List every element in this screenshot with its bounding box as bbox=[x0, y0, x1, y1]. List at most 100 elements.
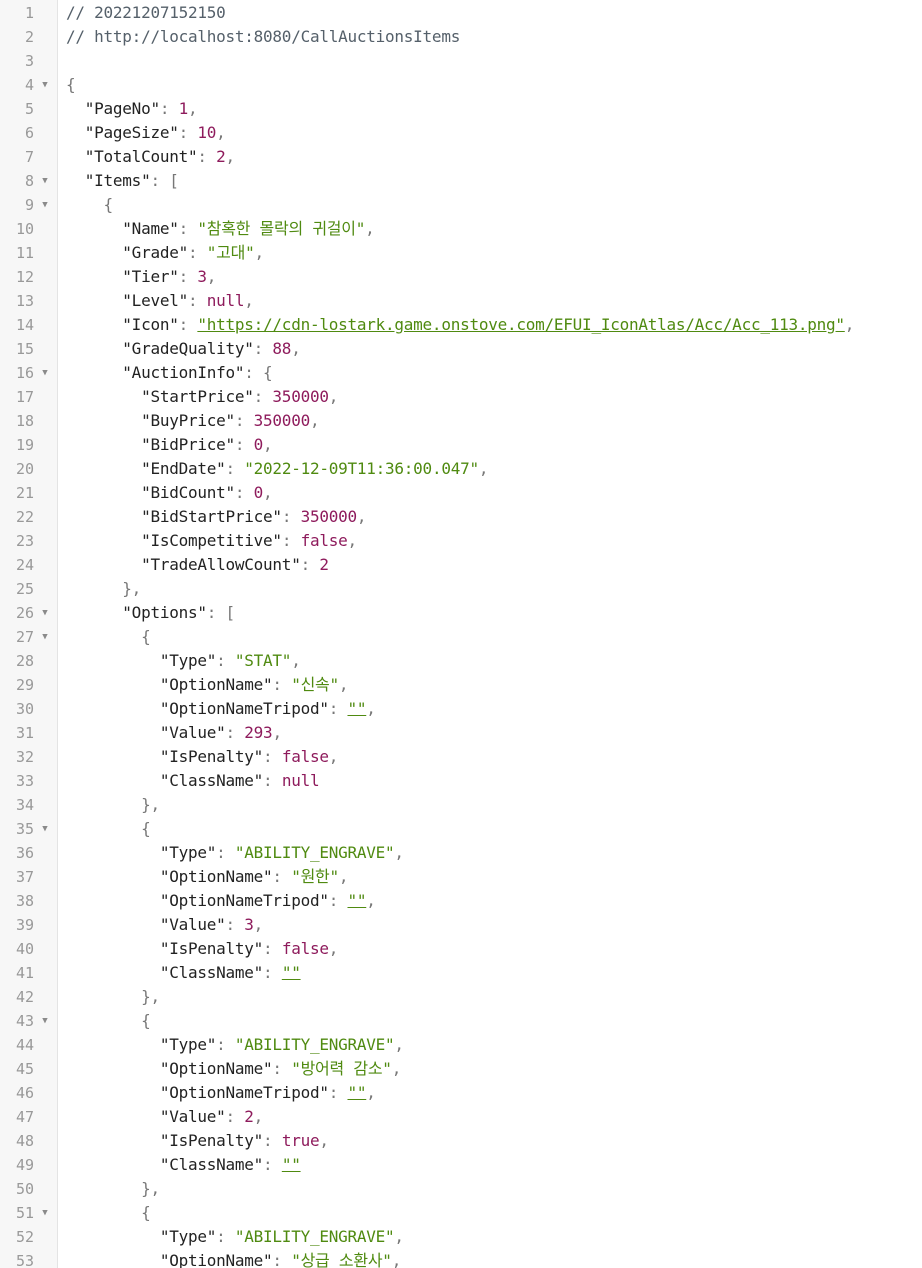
fold-toggle-icon[interactable]: ▼ bbox=[39, 169, 51, 193]
linked-string-value[interactable]: "" bbox=[347, 891, 366, 910]
number-value: 350000 bbox=[272, 387, 329, 406]
line-number: 17 bbox=[15, 388, 34, 406]
punctuation: : bbox=[178, 123, 198, 142]
code-line: 39 "Value": 3, bbox=[0, 913, 922, 937]
punctuation: , bbox=[263, 483, 273, 502]
json-key: "Level" bbox=[66, 291, 188, 310]
literal-value: false bbox=[300, 531, 348, 550]
number-value: 3 bbox=[244, 915, 254, 934]
code-line: 38 "OptionNameTripod": "", bbox=[0, 889, 922, 913]
line-number: 9 bbox=[24, 196, 34, 214]
punctuation: : bbox=[272, 1251, 292, 1268]
punctuation: , bbox=[394, 1035, 404, 1054]
line-number: 51 bbox=[15, 1204, 34, 1222]
fold-toggle-icon[interactable]: ▼ bbox=[39, 625, 51, 649]
code-text: { bbox=[66, 625, 151, 649]
punctuation: { bbox=[66, 75, 76, 94]
code-line: 21 "BidCount": 0, bbox=[0, 481, 922, 505]
comment: // http://localhost:8080/CallAuctionsIte… bbox=[66, 27, 461, 46]
punctuation: }, bbox=[66, 1179, 160, 1198]
line-number: 8 bbox=[24, 172, 34, 190]
code-line: 30 "OptionNameTripod": "", bbox=[0, 697, 922, 721]
punctuation: : bbox=[187, 243, 207, 262]
code-text: "EndDate": "2022-12-09T11:36:00.047", bbox=[66, 457, 488, 481]
string-value: "방어력 감소" bbox=[291, 1059, 392, 1078]
line-number: 42 bbox=[15, 988, 34, 1006]
code-text: "OptionNameTripod": "", bbox=[66, 1081, 376, 1105]
punctuation: { bbox=[66, 1011, 151, 1030]
code-text: "TradeAllowCount": 2 bbox=[66, 553, 329, 577]
punctuation: : bbox=[328, 1083, 348, 1102]
punctuation: { bbox=[66, 1203, 151, 1222]
fold-toggle-icon[interactable]: ▼ bbox=[39, 73, 51, 97]
linked-string-value[interactable]: "" bbox=[347, 1083, 366, 1102]
code-text: "IsPenalty": false, bbox=[66, 937, 339, 961]
punctuation: : bbox=[281, 507, 301, 526]
punctuation: , bbox=[216, 123, 226, 142]
linked-string-value[interactable]: "https://cdn-lostark.game.onstove.com/EF… bbox=[197, 315, 845, 334]
linked-string-value[interactable]: "" bbox=[282, 1155, 301, 1174]
json-key: "OptionName" bbox=[66, 867, 273, 886]
code-line: 32 "IsPenalty": false, bbox=[0, 745, 922, 769]
literal-value: false bbox=[281, 747, 329, 766]
code-text: "OptionName": "방어력 감소", bbox=[66, 1057, 402, 1081]
line-number: 37 bbox=[15, 868, 34, 886]
line-number: 53 bbox=[15, 1252, 34, 1268]
literal-value: null bbox=[281, 771, 320, 790]
json-key: "Type" bbox=[66, 1035, 217, 1054]
punctuation: , bbox=[253, 915, 264, 934]
punctuation: : { bbox=[244, 363, 273, 382]
fold-toggle-icon[interactable]: ▼ bbox=[39, 1201, 51, 1225]
code-text: "BidStartPrice": 350000, bbox=[66, 505, 366, 529]
punctuation: , bbox=[347, 531, 358, 550]
punctuation: : bbox=[281, 531, 301, 550]
code-text: }, bbox=[66, 577, 141, 601]
number-value: 2 bbox=[216, 147, 226, 166]
code-line: 2 // http://localhost:8080/CallAuctionsIt… bbox=[0, 25, 922, 49]
line-number: 50 bbox=[15, 1180, 34, 1198]
json-key: "Value" bbox=[66, 723, 226, 742]
code-line: 44 "Type": "ABILITY_ENGRAVE", bbox=[0, 1033, 922, 1057]
punctuation: , bbox=[328, 387, 339, 406]
punctuation: , bbox=[328, 939, 339, 958]
punctuation: : bbox=[225, 723, 245, 742]
line-number: 27 bbox=[15, 628, 34, 646]
json-key: "Icon" bbox=[66, 315, 179, 334]
fold-toggle-icon[interactable]: ▼ bbox=[39, 817, 51, 841]
number-value: 0 bbox=[253, 483, 264, 502]
line-number: 6 bbox=[24, 124, 34, 142]
code-text: "Value": 3, bbox=[66, 913, 263, 937]
json-key: "PageNo" bbox=[66, 99, 160, 118]
code-line: 5 "PageNo": 1, bbox=[0, 97, 922, 121]
code-text: "Type": "ABILITY_ENGRAVE", bbox=[66, 841, 404, 865]
json-key: "BidCount" bbox=[66, 483, 235, 502]
punctuation: : bbox=[263, 1131, 282, 1150]
code-text: }, bbox=[66, 1177, 160, 1201]
json-key: "Value" bbox=[66, 1107, 226, 1126]
json-key: "AuctionInfo" bbox=[66, 363, 245, 382]
fold-toggle-icon[interactable]: ▼ bbox=[39, 601, 51, 625]
json-viewer: 1 // 20221207152150 2 // http://localhost:8… bbox=[0, 0, 922, 1268]
punctuation: , bbox=[254, 243, 264, 262]
punctuation: : bbox=[225, 1107, 245, 1126]
code-text: "PageSize": 10, bbox=[66, 121, 226, 145]
code-line: 40 "IsPenalty": false, bbox=[0, 937, 922, 961]
fold-toggle-icon[interactable]: ▼ bbox=[39, 361, 51, 385]
code-line: 43 ▼ { bbox=[0, 1009, 922, 1033]
linked-string-value[interactable]: "" bbox=[347, 699, 366, 718]
line-number: 21 bbox=[15, 484, 34, 502]
line-number: 39 bbox=[15, 916, 34, 934]
code-line: 13 "Level": null, bbox=[0, 289, 922, 313]
code-line: 12 "Tier": 3, bbox=[0, 265, 922, 289]
code-text: "BuyPrice": 350000, bbox=[66, 409, 320, 433]
punctuation: , bbox=[394, 1227, 404, 1246]
code-text: "OptionName": "신속", bbox=[66, 673, 349, 697]
linked-string-value[interactable]: "" bbox=[282, 963, 301, 982]
fold-toggle-icon[interactable]: ▼ bbox=[39, 1009, 51, 1033]
json-key: "TradeAllowCount" bbox=[66, 555, 301, 574]
line-number: 52 bbox=[15, 1228, 34, 1246]
fold-toggle-icon[interactable]: ▼ bbox=[39, 193, 51, 217]
code-line: 23 "IsCompetitive": false, bbox=[0, 529, 922, 553]
line-number: 38 bbox=[15, 892, 34, 910]
code-line: 18 "BuyPrice": 350000, bbox=[0, 409, 922, 433]
